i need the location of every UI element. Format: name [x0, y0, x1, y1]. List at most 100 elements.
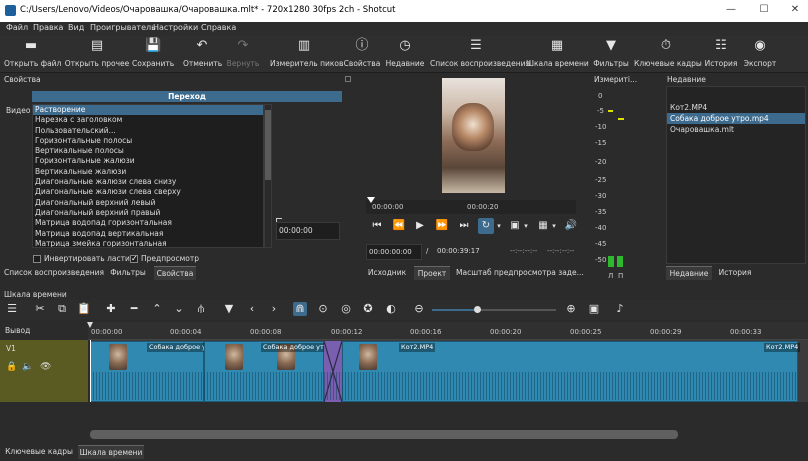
skip-to-start-icon[interactable]: ⏮ [369, 218, 385, 234]
menu-view[interactable]: Вид [68, 23, 84, 32]
list-item[interactable]: Растворение [33, 105, 263, 116]
ruler-tick-label: 00:00:33 [730, 328, 762, 336]
recent-button[interactable]: ◷ Недавние [385, 36, 425, 72]
list-item[interactable]: Вертикальные жалюзи [33, 167, 263, 177]
play-icon[interactable]: ▶ [412, 218, 428, 234]
undo-button[interactable]: ↶ Отменить [183, 36, 222, 72]
overwrite-icon[interactable]: ⌄ [172, 302, 186, 316]
hide-icon[interactable]: 👁 [40, 362, 51, 372]
list-item[interactable]: Горизонтальные полосы [33, 136, 263, 146]
window-title: C:/Users/Lenovo/Videos/Очаровашка/Очаров… [20, 5, 396, 15]
list-item[interactable]: Горизонтальные жалюзи [33, 156, 263, 166]
scrollbar-thumb[interactable] [265, 110, 271, 180]
zoom-fit-icon[interactable]: ▣ [587, 302, 601, 316]
ripple-all-icon[interactable]: ✪ [361, 302, 375, 316]
keyframes-button[interactable]: ⏱ Ключевые кадры [634, 36, 702, 72]
preview-scale-dropdown[interactable]: Масштаб предпросмотра заде... [456, 266, 584, 280]
list-item[interactable]: Матрица водопад горизонтальная [33, 218, 263, 228]
list-item[interactable]: Матрица змейка горизонтальная [33, 239, 263, 247]
zoom-in-icon[interactable]: ⊕ [564, 302, 578, 316]
softness-timecode-field[interactable]: 00:00:00 [276, 222, 340, 240]
recent-item[interactable]: Очаровашка.mlt [667, 124, 805, 135]
copy-icon[interactable]: ⧉ [55, 302, 69, 316]
close-button[interactable]: ✕ [788, 3, 802, 17]
float-icon[interactable] [345, 76, 351, 82]
mute-icon[interactable]: 🔈 [22, 362, 33, 372]
save-button[interactable]: 💾 Сохранить [132, 36, 174, 72]
peak-meter-button[interactable]: ▥ Измеритель пиков [270, 36, 343, 72]
properties-button[interactable]: ⓘ Свойства [343, 36, 381, 72]
redo-button[interactable]: ↷ Вернуть [225, 36, 261, 72]
open-other-button[interactable]: ▤ Открыть прочее [64, 36, 130, 72]
timeline-menu-icon[interactable]: ☰ [5, 302, 19, 316]
scrub-icon[interactable]: ⊙ [316, 302, 330, 316]
menu-file[interactable]: Файл [6, 23, 28, 32]
meter-scale-label: -10 [595, 123, 607, 131]
lock-icon[interactable]: 🔒 [6, 362, 17, 372]
rewind-icon[interactable]: ⏪ [391, 218, 407, 234]
preview-checkbox[interactable]: ✓ [130, 255, 138, 263]
transition-list[interactable]: Растворение Нарезка с заголовком Пользов… [32, 104, 264, 248]
remove-icon[interactable]: ━ [127, 302, 141, 316]
invert-wipe-checkbox[interactable] [33, 255, 41, 263]
next-marker-icon[interactable]: › [267, 302, 281, 316]
previous-marker-icon[interactable]: ‹ [245, 302, 259, 316]
append-icon[interactable]: ✚ [104, 302, 118, 316]
list-item[interactable]: Вертикальные полосы [33, 146, 263, 156]
timeline-horizontal-scrollbar[interactable] [90, 430, 678, 439]
ripple-icon[interactable]: ◎ [339, 302, 353, 316]
fast-forward-icon[interactable]: ⏩ [434, 218, 450, 234]
list-item[interactable]: Диагональные жалюзи слева сверху [33, 187, 263, 197]
snap-icon[interactable]: ⋒ [293, 302, 307, 316]
loop-dropdown-icon[interactable]: ▾ [494, 218, 504, 234]
recent-item[interactable]: Кот2.MP4 [667, 102, 805, 113]
list-item[interactable]: Пользовательский... [33, 126, 263, 136]
meter-scale-label: -40 [595, 224, 607, 232]
menu-help[interactable]: Справка [201, 23, 236, 32]
open-file-button[interactable]: ▬ Открыть файл [4, 36, 61, 72]
skip-to-end-icon[interactable]: ⏭ [456, 218, 472, 234]
list-item[interactable]: Диагональные жалюзи слева снизу [33, 177, 263, 187]
tab-project[interactable]: Проект [414, 266, 450, 280]
history-button[interactable]: ☷ История [702, 36, 740, 72]
tab-history[interactable]: История [714, 266, 756, 280]
timeline-button[interactable]: ▦ Шкала времени [526, 36, 589, 72]
grid-dropdown-icon[interactable]: ▾ [549, 218, 559, 234]
zoom-out-icon[interactable]: ⊖ [412, 302, 426, 316]
cut-icon[interactable]: ✂ [33, 302, 47, 316]
zoom-slider-handle[interactable] [474, 306, 481, 313]
menu-edit[interactable]: Правка [33, 23, 63, 32]
menu-settings[interactable]: Настройки [153, 23, 198, 32]
maximize-button[interactable]: ☐ [757, 3, 771, 17]
list-item[interactable]: Диагональный верхний левый [33, 198, 263, 208]
recent-list[interactable]: Кот2.MP4 Собака доброе утро.mp4 Очароваш… [666, 86, 806, 264]
export-button[interactable]: ◉ Экспорт [743, 36, 777, 72]
ruler-tick-label: 00:00:00 [91, 328, 123, 336]
minimize-button[interactable]: — [724, 3, 738, 17]
recent-item[interactable]: Собака доброе утро.mp4 [667, 113, 805, 124]
filters-button[interactable]: ▼ Фильтры [592, 36, 630, 72]
tab-playlist[interactable]: Список воспроизведения [4, 266, 104, 280]
zoom-dropdown-icon[interactable]: ▾ [521, 218, 531, 234]
paste-icon[interactable]: 📋 [77, 302, 91, 316]
playlist-button[interactable]: ☰ Список воспроизведения [430, 36, 530, 72]
ripple-markers-icon[interactable]: ◐ [384, 302, 398, 316]
record-audio-icon[interactable]: ♪ [613, 302, 627, 316]
position-timecode-field[interactable]: 00:00:00:00 [366, 244, 422, 260]
list-item[interactable]: Матрица водопад вертикальная [33, 229, 263, 239]
tab-source[interactable]: Исходник [364, 266, 410, 280]
properties-panel-title: Свойства [4, 75, 41, 84]
tab-timeline[interactable]: Шкала времени [78, 445, 144, 459]
loop-icon[interactable]: ↻ [478, 218, 494, 234]
lift-icon[interactable]: ⌃ [150, 302, 164, 316]
tab-filters[interactable]: Фильтры [104, 266, 152, 280]
tab-recent[interactable]: Недавние [666, 266, 712, 280]
list-item[interactable]: Нарезка с заголовком [33, 115, 263, 125]
list-item[interactable]: Диагональный верхний правый [33, 208, 263, 218]
marker-icon[interactable]: ▼ [222, 302, 236, 316]
split-icon[interactable]: ⫛ [194, 302, 208, 316]
volume-icon[interactable]: 🔊 [563, 218, 579, 234]
tab-keyframes[interactable]: Ключевые кадры [4, 445, 74, 459]
menu-player[interactable]: Проигрыватель [90, 23, 156, 32]
tab-properties[interactable]: Свойства [154, 266, 196, 280]
